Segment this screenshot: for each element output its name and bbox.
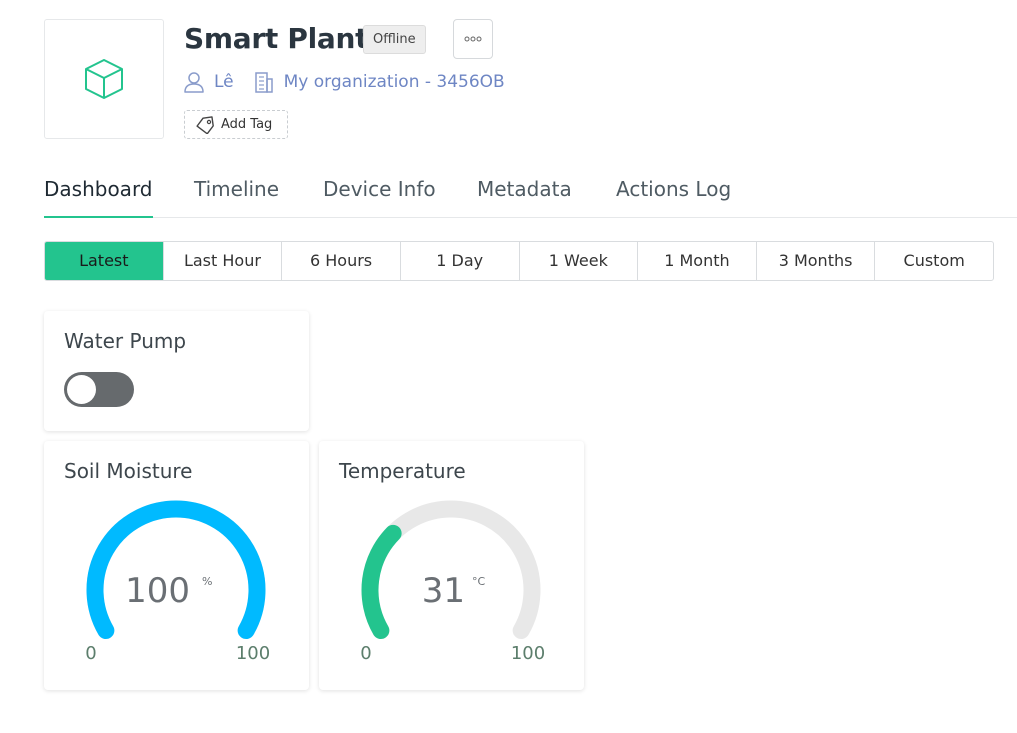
switch-knob <box>67 375 96 404</box>
tab-device-info[interactable]: Device Info <box>323 165 436 218</box>
owner-name: Lê <box>214 72 234 92</box>
temperature-gauge: 31 °C 0 100 <box>360 500 545 664</box>
gauge-fill <box>361 524 402 639</box>
tab-actions-log[interactable]: Actions Log <box>616 165 731 218</box>
device-meta: Lê My organization - 3456OB <box>184 68 505 96</box>
tab-timeline[interactable]: Timeline <box>194 165 279 218</box>
widget-title: Water Pump <box>64 329 187 353</box>
gauge-max: 100 <box>511 643 545 664</box>
user-icon <box>184 72 204 93</box>
range-1-month[interactable]: 1 Month <box>638 242 757 280</box>
organization-link[interactable]: My organization - 3456OB <box>254 71 505 93</box>
range-custom[interactable]: Custom <box>875 242 993 280</box>
range-1-day[interactable]: 1 Day <box>401 242 520 280</box>
temperature-widget: Temperature 31 °C 0 100 <box>319 441 584 690</box>
water-pump-widget: Water Pump <box>44 311 309 431</box>
tab-metadata[interactable]: Metadata <box>477 165 572 218</box>
device-image <box>44 19 164 139</box>
gauge-value: 31 <box>422 571 465 611</box>
status-badge: Offline <box>363 25 426 54</box>
range-last-hour[interactable]: Last Hour <box>164 242 283 280</box>
device-title: Smart Plant <box>184 22 369 55</box>
device-tabs: Dashboard Timeline Device Info Metadata … <box>44 165 1017 218</box>
gauge-min: 0 <box>360 643 371 664</box>
add-tag-label: Add Tag <box>221 117 273 132</box>
range-3-months[interactable]: 3 Months <box>757 242 876 280</box>
range-6-hours[interactable]: 6 Hours <box>282 242 401 280</box>
tab-dashboard[interactable]: Dashboard <box>44 165 153 218</box>
add-tag-button[interactable]: Add Tag <box>184 110 288 139</box>
gauge-min: 0 <box>85 643 96 664</box>
tag-icon <box>196 115 214 134</box>
gauge-unit: % <box>202 575 212 588</box>
building-icon <box>254 72 273 93</box>
water-pump-switch[interactable] <box>64 372 134 407</box>
soil-moisture-widget: Soil Moisture 100 % 0 100 <box>44 441 309 690</box>
time-range-selector: Latest Last Hour 6 Hours 1 Day 1 Week 1 … <box>44 241 994 281</box>
organization-name: My organization - 3456OB <box>283 72 505 92</box>
range-latest[interactable]: Latest <box>45 242 164 280</box>
gauge-value: 100 <box>125 571 190 611</box>
more-options-button[interactable] <box>453 19 493 59</box>
range-1-week[interactable]: 1 Week <box>520 242 639 280</box>
cube-icon <box>85 59 123 99</box>
soil-moisture-gauge: 100 % 0 100 <box>85 500 270 664</box>
gauge-max: 100 <box>236 643 270 664</box>
owner-link[interactable]: Lê <box>184 71 234 93</box>
gauge-fill <box>86 500 266 639</box>
gauge-unit: °C <box>472 575 486 588</box>
ellipsis-icon <box>464 36 482 42</box>
